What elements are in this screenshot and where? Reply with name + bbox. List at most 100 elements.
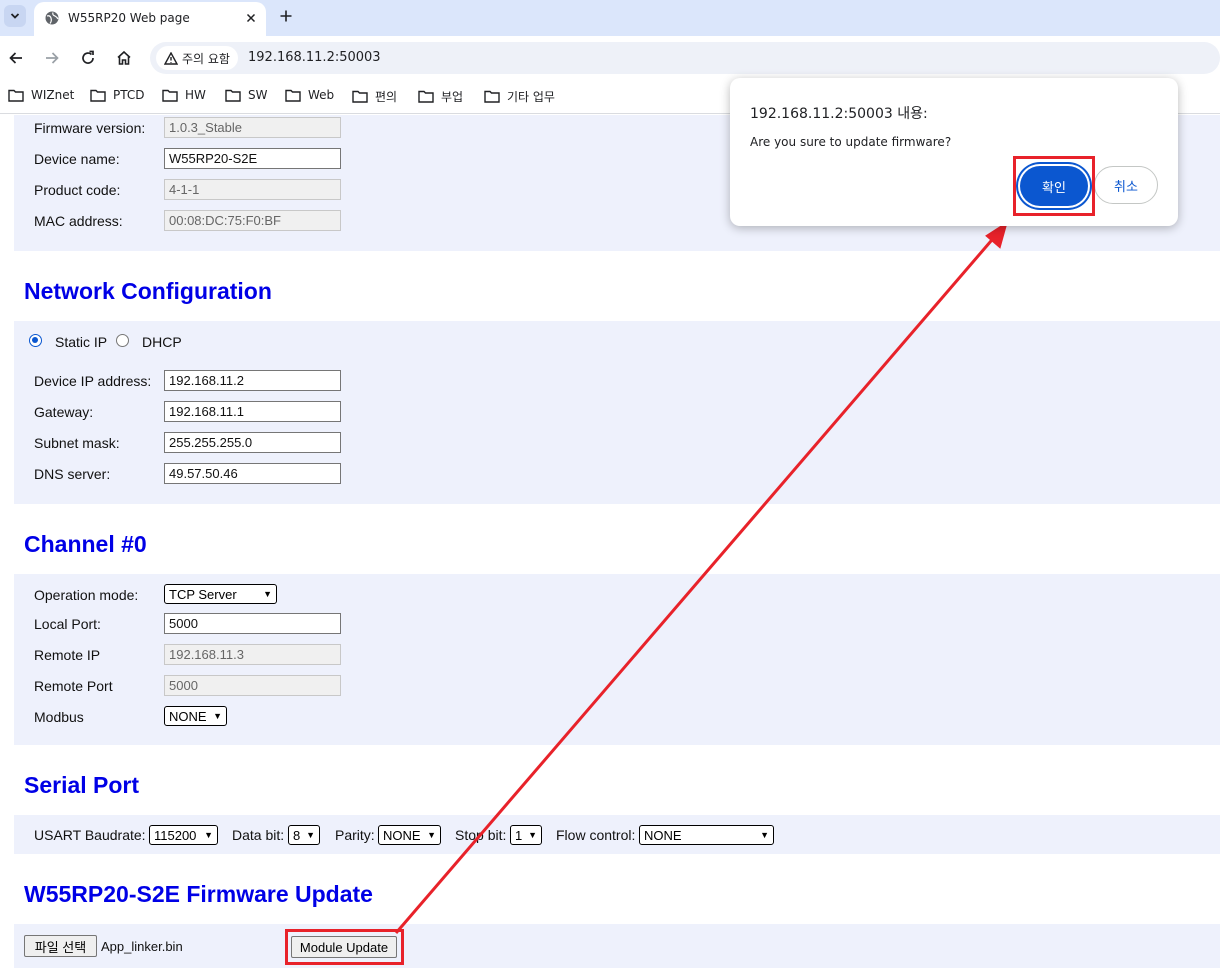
bookmark-folder[interactable]: 편의 [352, 88, 397, 105]
modbus-select[interactable]: NONE ▼ [164, 706, 227, 726]
bookmark-folder[interactable]: WIZnet [8, 88, 74, 102]
device-name-input[interactable] [164, 148, 341, 169]
folder-icon [162, 89, 178, 102]
choose-file-button[interactable]: 파일 선택 [24, 935, 97, 957]
local-port-label: Local Port: [34, 616, 101, 632]
dns-server-input[interactable] [164, 463, 341, 484]
databit-value: 8 [293, 827, 301, 843]
chevron-down-icon: ▼ [204, 830, 213, 840]
dhcp-radio[interactable] [116, 334, 129, 347]
dialog-cancel-button[interactable]: 취소 [1094, 166, 1158, 204]
firmware-version-label: Firmware version: [34, 120, 146, 136]
tab-search-button[interactable] [4, 5, 26, 27]
bookmark-label: Web [308, 88, 335, 102]
flow-control-select[interactable]: NONE ▼ [639, 825, 774, 845]
modbus-value: NONE [169, 708, 207, 724]
remote-ip-label: Remote IP [34, 647, 101, 663]
dialog-title: 192.168.11.2:50003 내용: [750, 106, 928, 122]
bookmark-label: 편의 [375, 90, 398, 104]
chevron-down-icon: ▼ [427, 830, 436, 840]
remote-ip-field [164, 644, 341, 665]
url-text: 192.168.11.2:50003 [248, 50, 381, 65]
globe-icon [45, 11, 59, 25]
dialog-message: Are you sure to update firmware? [750, 135, 952, 149]
baudrate-select[interactable]: 115200 ▼ [149, 825, 218, 845]
flow-control-value: NONE [644, 827, 682, 843]
gateway-label: Gateway: [34, 404, 94, 420]
chevron-down-icon: ▼ [306, 830, 315, 840]
forward-button[interactable] [42, 48, 62, 68]
bookmark-folder[interactable]: Web [285, 88, 334, 102]
operation-mode-value: TCP Server [169, 586, 237, 602]
remote-port-field [164, 675, 341, 696]
bookmark-folder[interactable]: 부업 [418, 88, 463, 105]
device-ip-input[interactable] [164, 370, 341, 391]
folder-icon [285, 89, 301, 102]
device-ip-label: Device IP address: [34, 373, 152, 389]
stopbit-label: Stop bit: [455, 827, 507, 843]
operation-mode-label: Operation mode: [34, 587, 139, 603]
bookmark-folder[interactable]: SW [225, 88, 267, 102]
mac-address-label: MAC address: [34, 213, 123, 229]
channel-heading: Channel #0 [24, 531, 147, 557]
local-port-input[interactable] [164, 613, 341, 634]
home-icon [117, 50, 131, 65]
databit-label: Data bit: [232, 827, 285, 843]
device-name-label: Device name: [34, 151, 120, 167]
bookmark-label: WIZnet [31, 88, 75, 102]
reload-button[interactable] [78, 48, 98, 68]
dns-server-label: DNS server: [34, 466, 111, 482]
stopbit-value: 1 [515, 827, 523, 843]
bookmark-folder[interactable]: HW [162, 88, 206, 102]
operation-mode-select[interactable]: TCP Server ▼ [164, 584, 277, 604]
databit-select[interactable]: 8 ▼ [288, 825, 320, 845]
remote-port-label: Remote Port [34, 678, 113, 694]
close-icon [246, 13, 256, 23]
warning-icon [164, 51, 178, 65]
folder-icon [225, 89, 241, 102]
address-bar[interactable]: 주의 요함 192.168.11.2:50003 [150, 42, 1220, 74]
parity-value: NONE [383, 827, 421, 843]
stopbit-select[interactable]: 1 ▼ [510, 825, 542, 845]
security-label: 주의 요함 [182, 51, 230, 66]
parity-label: Parity: [335, 827, 375, 843]
tab-close-button[interactable] [241, 8, 261, 28]
chevron-down-icon [10, 13, 20, 19]
dhcp-label: DHCP [142, 334, 182, 350]
baudrate-label: USART Baudrate: [34, 827, 146, 843]
browser-tab[interactable]: W55RP20 Web page [34, 2, 266, 36]
tab-title: W55RP20 Web page [68, 11, 190, 25]
reload-icon [82, 50, 94, 64]
baudrate-value: 115200 [154, 827, 197, 843]
modbus-label: Modbus [34, 709, 84, 725]
bookmark-folder[interactable]: 기타 업무 [484, 88, 555, 105]
firmware-update-heading: W55RP20-S2E Firmware Update [24, 881, 373, 907]
browser-tab-bar: W55RP20 Web page [0, 0, 1220, 36]
folder-icon [90, 89, 106, 102]
mac-address-field [164, 210, 341, 231]
firmware-version-field [164, 117, 341, 138]
bookmark-label: PTCD [113, 88, 145, 102]
subnet-mask-input[interactable] [164, 432, 341, 453]
folder-icon [418, 90, 434, 103]
gateway-input[interactable] [164, 401, 341, 422]
selected-file-name: App_linker.bin [101, 939, 183, 954]
subnet-mask-label: Subnet mask: [34, 435, 120, 451]
network-config-heading: Network Configuration [24, 278, 272, 304]
home-button[interactable] [114, 48, 134, 68]
site-security-chip[interactable]: 주의 요함 [156, 46, 238, 70]
static-ip-radio[interactable] [29, 334, 42, 347]
bookmark-label: 기타 업무 [507, 90, 555, 104]
bookmark-label: SW [248, 88, 268, 102]
new-tab-button[interactable] [276, 6, 296, 26]
browser-toolbar: 주의 요함 192.168.11.2:50003 [0, 36, 1220, 80]
bookmark-folder[interactable]: PTCD [90, 88, 144, 102]
parity-select[interactable]: NONE ▼ [378, 825, 441, 845]
back-button[interactable] [6, 48, 26, 68]
static-ip-label: Static IP [55, 334, 108, 350]
chevron-down-icon: ▼ [528, 830, 537, 840]
folder-icon [352, 90, 368, 103]
confirm-dialog: 192.168.11.2:50003 내용: Are you sure to u… [730, 78, 1178, 226]
folder-icon [484, 90, 500, 103]
serial-port-heading: Serial Port [24, 772, 140, 798]
